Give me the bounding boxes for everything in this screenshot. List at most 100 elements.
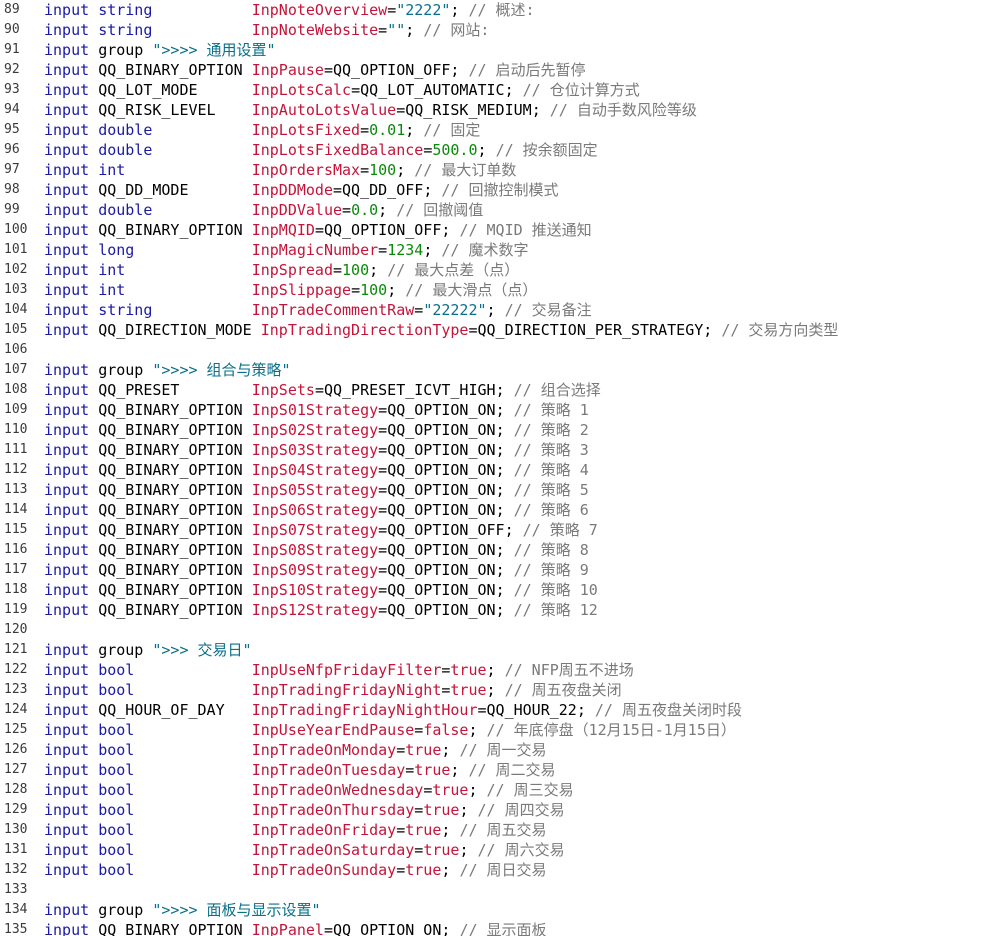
code-line[interactable]: 118 input QQ_BINARY_OPTION InpS10Strategy… [0, 580, 981, 600]
code-line[interactable]: 105 input QQ_DIRECTION_MODE InpTradingDir… [0, 320, 981, 340]
keyword-input: input [44, 281, 90, 299]
code-line[interactable]: 106 [0, 340, 981, 360]
type-name: long [98, 241, 135, 259]
type-name: QQ_BINARY_OPTION [98, 421, 243, 439]
type-name: QQ_BINARY_OPTION [98, 61, 243, 79]
line-number: 130 [4, 822, 28, 837]
code-line[interactable]: 101 input long InpMagicNumber=1234; // 魔术… [0, 240, 981, 260]
keyword-input: input [44, 101, 90, 119]
semicolon: ; [441, 741, 460, 759]
code-line[interactable]: 92 input QQ_BINARY_OPTION InpPause=QQ_OPT… [0, 60, 981, 80]
code-text: input QQ_BINARY_OPTION InpS06Strategy=QQ… [44, 500, 589, 520]
line-number: 116 [4, 542, 28, 557]
default-value: QQ_OPTION_ON [387, 401, 496, 419]
keyword-input: input [44, 901, 90, 919]
variable-name: InpTradingDirectionType [260, 321, 469, 339]
code-line[interactable]: 98 input QQ_DD_MODE InpDDMode=QQ_DD_OFF; … [0, 180, 981, 200]
semicolon: ; [504, 521, 523, 539]
code-line[interactable]: 91 input group ">>>> 通用设置" [0, 40, 981, 60]
assign-operator: = [314, 221, 324, 239]
code-text: input bool InpUseYearEndPause=false; // … [44, 720, 736, 740]
code-line[interactable]: 130 input bool InpTradeOnFriday=true; // … [0, 820, 981, 840]
code-line[interactable]: 125 input bool InpUseYearEndPause=false; … [0, 720, 981, 740]
code-line[interactable]: 120 [0, 620, 981, 640]
code-line[interactable]: 90 input string InpNoteWebsite=""; // 网站: [0, 20, 981, 40]
line-number: 112 [4, 462, 28, 477]
code-line[interactable]: 108 input QQ_PRESET InpSets=QQ_PRESET_ICV… [0, 380, 981, 400]
variable-name: InpMQID [251, 221, 315, 239]
comment: // 周五夜盘关闭时段 [594, 701, 742, 719]
code-line[interactable]: 121 input group ">>> 交易日" [0, 640, 981, 660]
code-line[interactable]: 96 input double InpLotsFixedBalance=500.0… [0, 140, 981, 160]
code-text: input QQ_BINARY_OPTION InpS02Strategy=QQ… [44, 420, 589, 440]
code-line[interactable]: 89 input string InpNoteOverview="2222"; /… [0, 0, 981, 20]
type-name: QQ_BINARY_OPTION [98, 501, 243, 519]
variable-name: InpSlippage [251, 281, 352, 299]
code-line[interactable]: 111 input QQ_BINARY_OPTION InpS03Strategy… [0, 440, 981, 460]
keyword-input: input [44, 601, 90, 619]
code-line[interactable]: 135 input QQ_BINARY_OPTION InpPanel=QQ_OP… [0, 920, 981, 936]
code-line[interactable]: 113 input QQ_BINARY_OPTION InpS05Strategy… [0, 480, 981, 500]
assign-operator: = [378, 21, 388, 39]
semicolon: ; [468, 721, 487, 739]
comment: // 最大点差（点） [387, 261, 520, 279]
variable-name: InpTradeOnTuesday [251, 761, 406, 779]
code-line[interactable]: 132 input bool InpTradeOnSunday=true; // … [0, 860, 981, 880]
code-line[interactable]: 129 input bool InpTradeOnThursday=true; /… [0, 800, 981, 820]
variable-name: InpLotsCalc [251, 81, 352, 99]
keyword-input: input [44, 321, 90, 339]
code-line[interactable]: 107 input group ">>>> 组合与策略" [0, 360, 981, 380]
code-line[interactable]: 97 input int InpOrdersMax=100; // 最大订单数 [0, 160, 981, 180]
default-value: true [432, 781, 469, 799]
code-text: input QQ_BINARY_OPTION InpS08Strategy=QQ… [44, 540, 589, 560]
code-line[interactable]: 134 input group ">>>> 面板与显示设置" [0, 900, 981, 920]
keyword-input: input [44, 661, 90, 679]
semicolon: ; [468, 781, 487, 799]
comment: // 策略 5 [513, 481, 589, 499]
code-line[interactable]: 119 input QQ_BINARY_OPTION InpS12Strategy… [0, 600, 981, 620]
code-line[interactable]: 133 [0, 880, 981, 900]
code-text: input double InpDDValue=0.0; // 回撤阈值 [44, 200, 483, 220]
code-line[interactable]: 128 input bool InpTradeOnWednesday=true; … [0, 780, 981, 800]
assign-operator: = [333, 261, 343, 279]
code-line[interactable]: 109 input QQ_BINARY_OPTION InpS01Strategy… [0, 400, 981, 420]
code-line[interactable]: 104 input string InpTradeCommentRaw="2222… [0, 300, 981, 320]
code-line[interactable]: 93 input QQ_LOT_MODE InpLotsCalc=QQ_LOT_A… [0, 80, 981, 100]
type-name: bool [98, 821, 135, 839]
code-text: input bool InpTradeOnMonday=true; // 周一交… [44, 740, 547, 760]
code-line[interactable]: 117 input QQ_BINARY_OPTION InpS09Strategy… [0, 560, 981, 580]
keyword-input: input [44, 361, 90, 379]
default-value: QQ_LOT_AUTOMATIC [360, 81, 505, 99]
line-number: 100 [4, 222, 28, 237]
code-line[interactable]: 131 input bool InpTradeOnSaturday=true; /… [0, 840, 981, 860]
code-line[interactable]: 102 input int InpSpread=100; // 最大点差（点） [0, 260, 981, 280]
code-line[interactable]: 124 input QQ_HOUR_OF_DAY InpTradingFriday… [0, 700, 981, 720]
code-line[interactable]: 110 input QQ_BINARY_OPTION InpS02Strategy… [0, 420, 981, 440]
line-number: 103 [4, 282, 28, 297]
line-number: 107 [4, 362, 28, 377]
code-line[interactable]: 94 input QQ_RISK_LEVEL InpAutoLotsValue=Q… [0, 100, 981, 120]
code-line[interactable]: 122 input bool InpUseNfpFridayFilter=true… [0, 660, 981, 680]
code-line[interactable]: 123 input bool InpTradingFridayNight=true… [0, 680, 981, 700]
semicolon: ; [504, 81, 523, 99]
line-number: 94 [4, 102, 20, 117]
type-name: QQ_BINARY_OPTION [98, 481, 243, 499]
code-text: input QQ_BINARY_OPTION InpS07Strategy=QQ… [44, 520, 598, 540]
code-line[interactable]: 126 input bool InpTradeOnMonday=true; // … [0, 740, 981, 760]
code-line[interactable]: 112 input QQ_BINARY_OPTION InpS04Strategy… [0, 460, 981, 480]
type-name: QQ_PRESET [98, 381, 180, 399]
variable-name: InpS10Strategy [251, 581, 379, 599]
code-editor[interactable]: 89 input string InpNoteOverview="2222"; /… [0, 0, 981, 936]
code-line[interactable]: 103 input int InpSlippage=100; // 最大滑点（点） [0, 280, 981, 300]
code-line[interactable]: 127 input bool InpTradeOnTuesday=true; //… [0, 760, 981, 780]
code-text: input QQ_PRESET InpSets=QQ_PRESET_ICVT_H… [44, 380, 601, 400]
code-line[interactable]: 100 input QQ_BINARY_OPTION InpMQID=QQ_OPT… [0, 220, 981, 240]
code-line[interactable]: 115 input QQ_BINARY_OPTION InpS07Strategy… [0, 520, 981, 540]
code-line[interactable]: 116 input QQ_BINARY_OPTION InpS08Strategy… [0, 540, 981, 560]
code-line[interactable]: 99 input double InpDDValue=0.0; // 回撤阈值 [0, 200, 981, 220]
code-line[interactable]: 114 input QQ_BINARY_OPTION InpS06Strategy… [0, 500, 981, 520]
code-line[interactable]: 95 input double InpLotsFixed=0.01; // 固定 [0, 120, 981, 140]
line-number: 127 [4, 762, 28, 777]
comment: // MQID 推送通知 [459, 221, 592, 239]
code-text: input int InpSlippage=100; // 最大滑点（点） [44, 280, 537, 300]
